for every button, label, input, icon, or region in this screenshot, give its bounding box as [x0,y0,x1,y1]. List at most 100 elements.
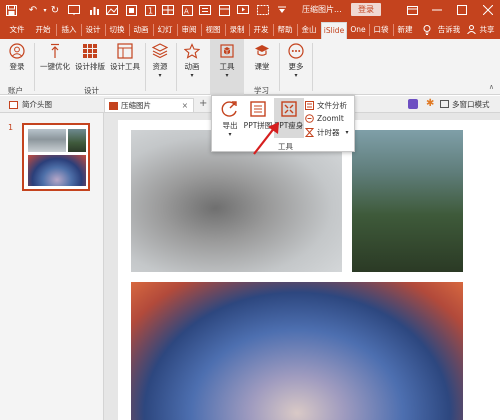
one-click-optimize-label: 一键优化 [40,62,70,71]
zoomit-button[interactable]: ZoomIt [305,114,344,123]
lightbulb-icon[interactable] [420,23,434,37]
tab-review[interactable]: 审阅 [178,23,200,37]
start-from-beginning-icon[interactable] [67,3,81,17]
select-icon[interactable] [256,3,270,17]
islide-ribbon: 登录 账户 一键优化 设计排版 设计工具 设计 资源 ▾ 动画 ▾ 工具 ▾ 课… [0,39,500,95]
tab-insert[interactable]: 插入 [58,23,80,37]
star-icon [184,43,200,59]
tell-me-search[interactable]: 告诉我 [434,23,464,37]
graduation-cap-icon [255,45,269,56]
document-tab-compress[interactable]: 压缩图片 × [104,98,194,112]
slide-canvas[interactable] [118,120,500,420]
close-icon[interactable] [476,0,500,20]
document-tab-intro-label: 简介头图 [22,100,52,109]
number-icon[interactable]: 1 [143,3,157,17]
group-label-design: 设计 [84,86,99,95]
resources-icon [152,43,168,59]
design-tools-icon [117,43,133,59]
document-tab-intro[interactable]: 简介头图 [6,98,52,112]
ppt-puzzle-icon [250,101,266,117]
tab-islide[interactable]: iSlide [321,22,347,39]
present-icon[interactable] [236,3,250,17]
timer-button[interactable]: 计时器 ▾ [305,127,349,138]
export-label: 导出 [222,121,238,130]
animation-dropdown-icon: ▾ [190,72,194,79]
thumbnail-image-landscape [28,129,66,152]
design-layout-button[interactable]: 设计排版 [73,43,107,72]
tab-design[interactable]: 设计 [82,23,104,37]
thumbnail-image-mountain [68,129,86,152]
redo-icon[interactable]: ↻ [48,3,62,17]
sign-in-button[interactable]: 登录 [351,3,381,16]
tab-record[interactable]: 录制 [226,23,248,37]
svg-text:1: 1 [148,6,153,15]
new-slide-icon[interactable] [198,3,212,17]
tools-label: 工具 [219,62,235,71]
slide-image-mountain[interactable] [352,130,463,272]
close-tab-icon[interactable]: × [182,99,188,113]
group-label-account: 账户 [8,86,23,95]
tab-kingsoft[interactable]: 金山 [298,23,320,37]
shape-icon[interactable] [124,3,138,17]
slide-thumbnail-pane: 1 [0,113,104,420]
plugin-icon[interactable] [408,99,418,109]
design-tools-button[interactable]: 设计工具 [108,43,142,72]
login-button[interactable]: 登录 [4,43,30,72]
resources-label: 资源 [152,62,168,71]
collapse-ribbon-icon[interactable]: ∧ [489,83,494,91]
tab-new[interactable]: 新建 [394,23,416,37]
timer-dropdown-icon: ▾ [345,129,349,136]
more-dropdown-icon: ▾ [294,72,298,79]
one-click-optimize-button[interactable]: 一键优化 [38,43,72,72]
design-tools-label: 设计工具 [110,62,140,71]
export-button[interactable]: 导出 ▾ [216,100,244,138]
tab-developer[interactable]: 开发 [250,23,272,37]
more-button[interactable]: 更多 ▾ [284,43,308,79]
animation-button[interactable]: 动画 ▾ [180,43,204,79]
annotation-arrow [253,122,279,155]
file-analysis-icon [305,101,314,110]
maximize-icon[interactable] [450,0,474,20]
tab-slideshow[interactable]: 幻灯 [154,23,176,37]
share-button[interactable]: 共享 [477,23,497,37]
svg-text:A: A [184,7,189,15]
course-button[interactable]: 课堂 [248,43,276,72]
new-tab-icon[interactable]: + [199,98,207,109]
picture-icon[interactable] [105,3,119,17]
layout-icon[interactable] [217,3,231,17]
tab-file[interactable]: 文件 [6,23,28,37]
document-title: 压缩图片... [302,5,342,14]
title-bar: ↶ ▾ ↻ 1 A 压缩图片... 登录 [0,0,500,20]
text-box-icon[interactable]: A [180,3,194,17]
tools-button[interactable]: 工具 ▾ [212,43,242,79]
file-analysis-button[interactable]: 文件分析 [305,100,347,111]
tools-dropdown-icon: ▾ [225,72,229,79]
resources-button[interactable]: 资源 ▾ [148,43,172,79]
multi-window-mode-toggle[interactable]: 多窗口模式 [452,98,490,112]
zoomit-label: ZoomIt [317,114,344,123]
tab-home[interactable]: 开始 [32,23,54,37]
tab-help[interactable]: 帮助 [274,23,296,37]
cube-icon [220,44,234,58]
slide-number: 1 [8,123,14,132]
settings-gear-icon[interactable]: ✱ [426,99,436,109]
chart-icon[interactable] [87,3,101,17]
share-icon[interactable] [466,23,476,37]
course-label: 课堂 [254,62,270,71]
minimize-icon[interactable] [425,0,449,20]
slide-image-speed[interactable] [131,282,463,420]
multi-window-icon [440,100,449,108]
customize-toolbar-icon[interactable] [275,3,289,17]
tab-transitions[interactable]: 切换 [106,23,128,37]
export-dropdown-icon: ▾ [228,131,232,138]
tab-pocket[interactable]: 口袋 [370,23,392,37]
ribbon-display-options-icon[interactable] [400,0,424,20]
save-icon[interactable] [4,3,18,17]
table-icon[interactable] [161,3,175,17]
tab-view[interactable]: 视图 [202,23,224,37]
tab-one[interactable]: One [348,23,368,37]
tab-animations[interactable]: 动画 [130,23,152,37]
slide-thumbnail-1[interactable] [22,123,90,191]
ppt-file-icon [109,102,118,110]
design-layout-label: 设计排版 [75,62,105,71]
